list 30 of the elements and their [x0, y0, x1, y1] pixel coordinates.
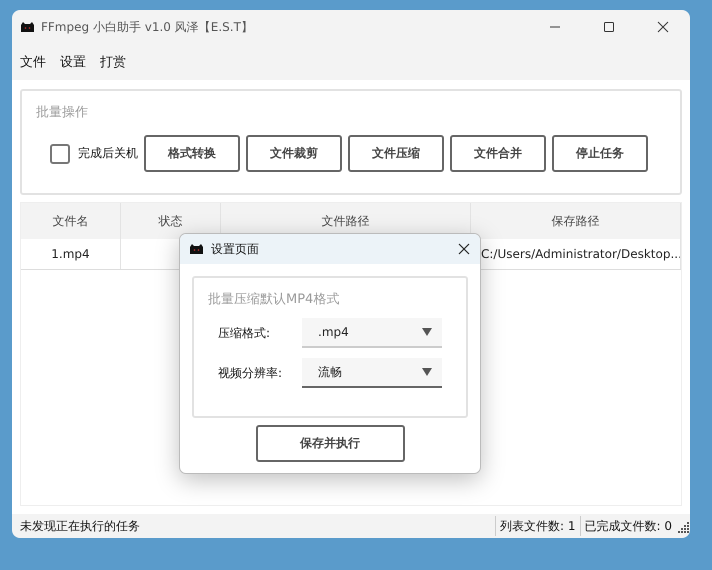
checkbox-label: 完成后关机 [78, 145, 138, 162]
group-title: 批量操作 [36, 104, 89, 121]
menu-item[interactable]: 打赏 [100, 53, 126, 71]
dropdown-arrow-icon [422, 368, 432, 376]
action-button[interactable]: 停止任务 [552, 135, 648, 172]
window-title: FFmpeg 小白助手 v1.0 风泽【E.S.T】 [41, 18, 254, 36]
status-count: 列表文件数: 1 [495, 516, 580, 536]
status-message: 未发现正在执行的任务 [20, 518, 141, 534]
table-cell: 1.mp4 [21, 239, 121, 269]
dropdown[interactable]: 流畅 [302, 358, 442, 388]
action-button[interactable]: 文件裁剪 [246, 135, 342, 172]
action-button[interactable]: 文件压缩 [348, 135, 444, 172]
app-icon [189, 243, 204, 255]
field-label: 视频分辨率: [217, 364, 284, 382]
field-label: 压缩格式: [217, 324, 272, 342]
close-icon[interactable] [457, 242, 471, 256]
resize-grip-icon[interactable] [676, 519, 690, 533]
column-header[interactable]: 文件名 [21, 203, 121, 239]
dialog-title: 设置页面 [211, 240, 260, 258]
app-icon [20, 21, 35, 33]
menu-item[interactable]: 文件 [20, 53, 46, 71]
dropdown[interactable]: .mp4 [302, 318, 442, 348]
action-button[interactable]: 格式转换 [144, 135, 240, 172]
menu-item[interactable]: 设置 [60, 53, 86, 71]
group-title: 批量压缩默认MP4格式 [208, 291, 340, 308]
status-count: 已完成文件数: 0 [580, 516, 676, 536]
checkbox[interactable] [50, 144, 70, 164]
action-button[interactable]: 文件合并 [450, 135, 546, 172]
save-button[interactable]: 保存并执行 [256, 425, 404, 462]
dropdown-arrow-icon [422, 328, 432, 336]
